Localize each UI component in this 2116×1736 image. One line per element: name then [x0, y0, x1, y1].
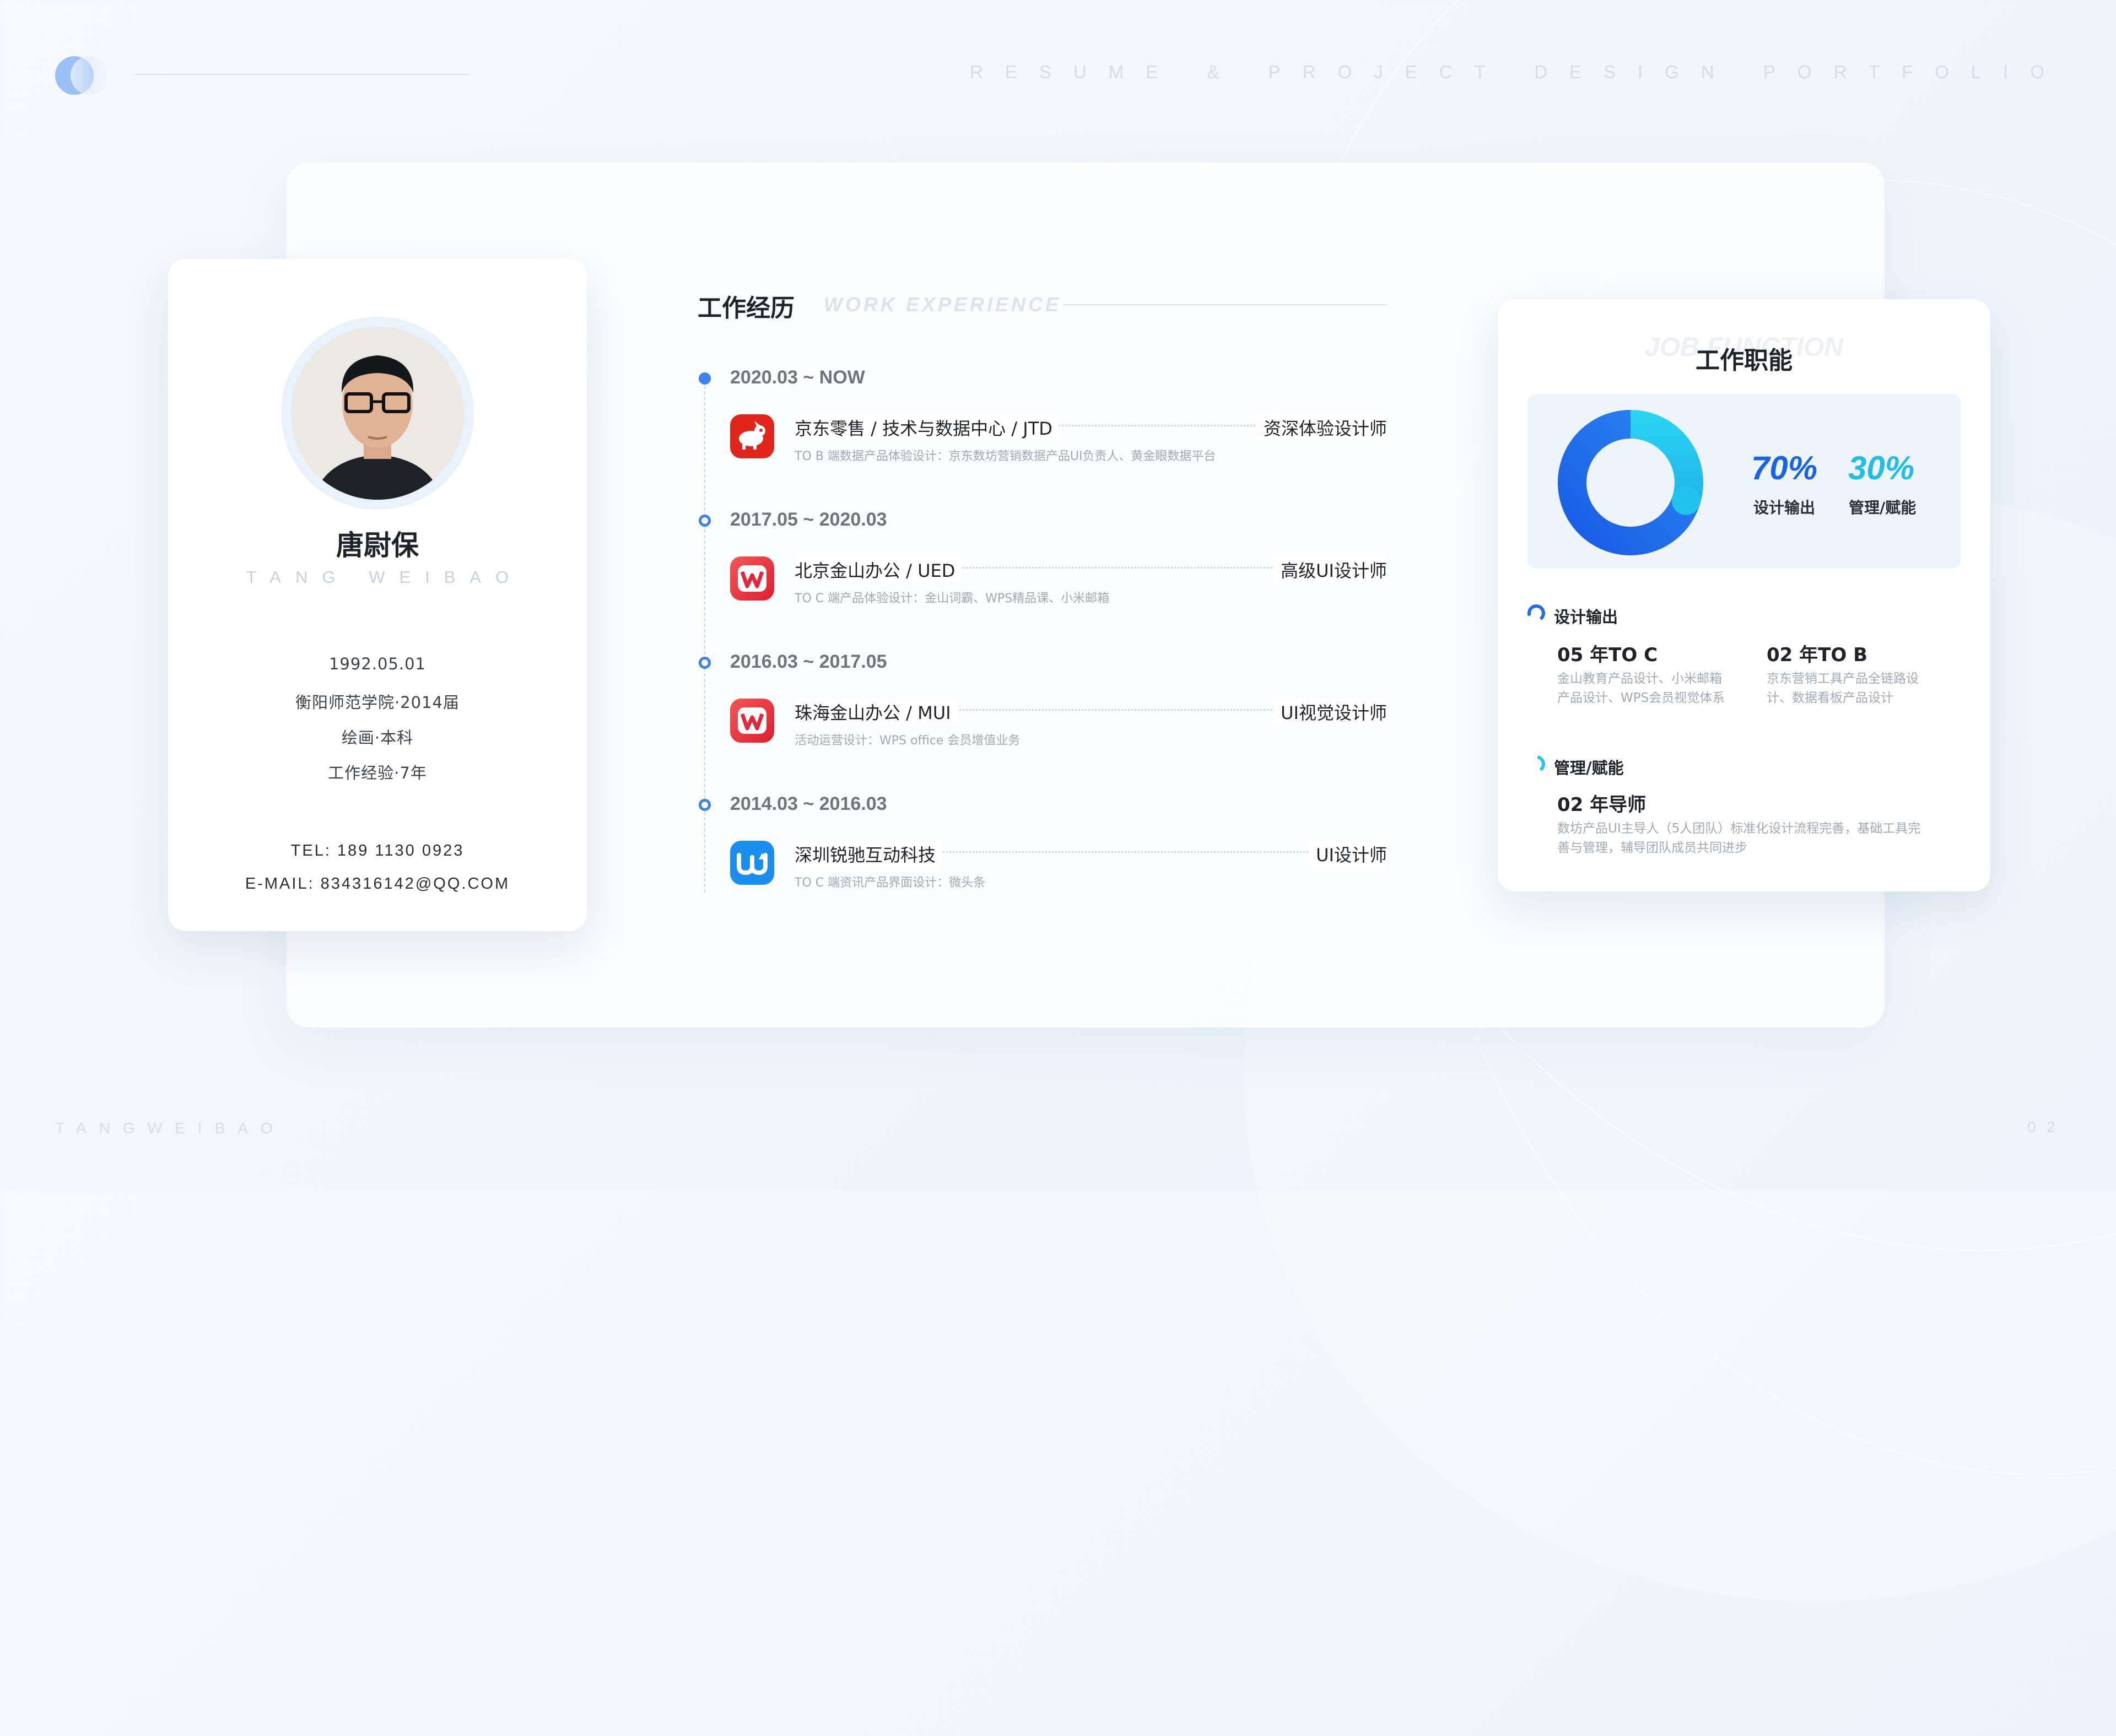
job-role: UI设计师: [1309, 841, 1387, 867]
job-description: TO B 端数据产品体验设计：京东数坊营销数据产品UI负责人、黄金眼数据平台: [795, 450, 1216, 463]
profile-major: 绘画·本科: [341, 728, 414, 747]
profile-birthdate: 1992.05.01: [328, 655, 427, 673]
profile-school: 衡阳师范学院·2014届: [295, 693, 460, 712]
tob-years: 02 年TO B: [1767, 644, 1867, 666]
job-description: TO C 端产品体验设计：金山词霸、WPS精品课、小米邮箱: [795, 592, 1110, 605]
ratio-donut-chart: [1558, 410, 1703, 555]
timeline-dot: [699, 372, 711, 385]
header-divider: [135, 74, 469, 75]
tob-description: 京东营销工具产品全链路设计、数据看板产品设计: [1767, 672, 1919, 705]
design-label: 设计输出: [1753, 499, 1816, 517]
job-description: TO C 端资讯产品界面设计：微头条: [795, 876, 986, 890]
job-description: 活动运营设计：WPS office 会员增值业务: [795, 734, 1021, 748]
timeline-line: [704, 380, 705, 893]
work-experience-subtitle: WORK EXPERIENCE: [824, 293, 1062, 316]
profile-email: E-MAIL: 834316142@QQ.COM: [245, 875, 510, 893]
mentor-years: 02 年导师: [1557, 794, 1647, 816]
weitoutiao-icon: [730, 841, 774, 885]
job-function-title: 工作职能: [1696, 347, 1793, 375]
page-number: 02: [2027, 1118, 2066, 1135]
profile-name: 唐尉保: [336, 529, 419, 561]
toc-description: 金山教育产品设计、小米邮箱产品设计、WPS会员视觉体系: [1557, 672, 1725, 705]
job-date: 2020.03 ~ NOW: [730, 367, 865, 388]
job-role: 高级UI设计师: [1274, 557, 1387, 582]
header-subtitle: RESUME & PROJECT DESIGN PORTFOLIO: [970, 62, 2066, 82]
management-label: 管理/赋能: [1849, 499, 1917, 517]
job-role: 资深体验设计师: [1256, 415, 1387, 440]
wps-icon: [730, 556, 774, 601]
timeline-dot: [699, 515, 711, 527]
job-date: 2017.05 ~ 2020.03: [730, 509, 887, 530]
jd-joy-icon: [730, 414, 774, 458]
design-output-icon: [1527, 604, 1545, 622]
profile-experience: 工作经验·7年: [328, 764, 427, 782]
work-experience-divider: [1064, 304, 1387, 305]
ratio-panel: 70% 30% 设计输出 管理/赋能: [1527, 394, 1961, 569]
job-date: 2014.03 ~ 2016.03: [730, 793, 887, 814]
donut-slice-cap: [1671, 486, 1701, 515]
job-company: 珠海金山办公 / MUI: [795, 699, 958, 724]
footer-name: TANGWEIBAO: [55, 1120, 285, 1137]
wps-icon: [730, 699, 774, 743]
management-title: 管理/赋能: [1554, 759, 1624, 777]
job-company: 北京金山办公 / UED: [795, 557, 962, 582]
avatar: [291, 327, 464, 500]
logo-mark: [55, 56, 109, 96]
job-date: 2016.03 ~ 2017.05: [730, 651, 887, 672]
work-experience-title: 工作经历: [698, 294, 795, 322]
timeline-dot: [699, 799, 711, 811]
design-percent: 70%: [1751, 450, 1818, 486]
job-company: 京东零售 / 技术与数据中心 / JTD: [795, 415, 1059, 440]
mentor-description: 数坊产品UI主导人（5人团队）标准化设计流程完善，基础工具完善与管理，辅导团队成…: [1557, 821, 1921, 855]
job-function-card: JOB FUNCTION 工作职能 70% 30% 设计输出 管理/赋能 设计输…: [1498, 299, 1990, 891]
avatar-ring: [281, 317, 474, 510]
timeline-dot: [699, 657, 711, 669]
profile-phone: TEL: 189 1130 0923: [290, 842, 465, 859]
profile-pinyin: TANG WEIBAO: [246, 567, 523, 587]
design-output-title: 设计输出: [1554, 608, 1618, 626]
toc-years: 05 年TO C: [1557, 644, 1658, 666]
management-icon: [1527, 755, 1545, 773]
profile-card: 唐尉保 TANG WEIBAO 1992.05.01 衡阳师范学院·2014届 …: [168, 259, 587, 931]
job-company: 深圳锐驰互动科技: [795, 841, 943, 867]
management-percent: 30%: [1848, 450, 1915, 486]
job-role: UI视觉设计师: [1274, 699, 1387, 724]
